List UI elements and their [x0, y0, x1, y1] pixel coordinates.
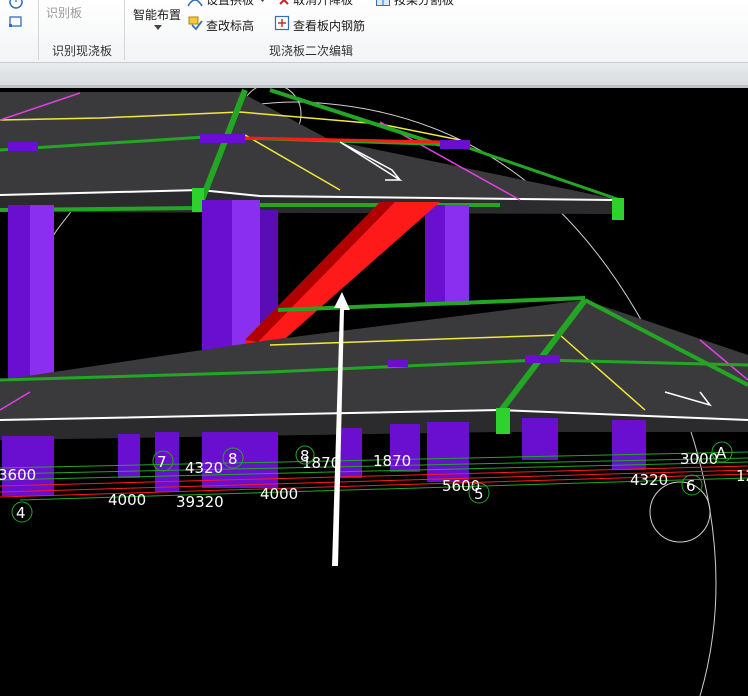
check-elevation-icon[interactable] [187, 15, 203, 31]
ribbon-toolbar: 识别板 识别现浇板 智能布置 设置拱板 查改标高 取消升降板 查看板内钢筋 按梁… [0, 0, 748, 62]
smart-layout-button[interactable]: 智能布置 [133, 6, 181, 23]
axis-label: A [716, 444, 727, 462]
view-rebar-button[interactable]: 查看板内钢筋 [293, 17, 365, 34]
axis-label: 7 [157, 453, 167, 471]
dim-label: 3600 [0, 466, 36, 484]
axis-label: 6 [686, 477, 696, 495]
dim-label: 39320 [176, 493, 224, 511]
view-rebar-icon[interactable] [274, 15, 290, 31]
dim-label: 4000 [108, 491, 146, 509]
select-icon[interactable] [8, 14, 24, 30]
dim-label: 12 [736, 467, 748, 485]
axis-label: 4 [16, 504, 26, 522]
dim-label: 4320 [630, 471, 668, 489]
set-arch-icon[interactable] [187, 0, 203, 8]
group-label-secondary-edit: 现浇板二次编辑 [269, 44, 354, 58]
group-label-identify: 识别现浇板 [52, 44, 113, 58]
set-arch-board-button[interactable]: 设置拱板 [206, 0, 254, 8]
split-board-icon[interactable] [375, 0, 391, 8]
clock-icon[interactable] [8, 0, 24, 10]
dropdown-arrow-icon[interactable] [154, 25, 162, 31]
cancel-raise-lower-button[interactable]: 取消升降板 [293, 0, 353, 8]
dim-label: 4000 [260, 485, 298, 503]
3d-viewport[interactable]: 3600 4320 1870 1870 3000 12 4000 39320 4… [0, 88, 748, 696]
dim-label: 1870 [373, 452, 411, 470]
axis-label: 5 [474, 485, 484, 503]
cancel-raise-icon[interactable] [277, 0, 293, 6]
upper-slab[interactable] [0, 88, 624, 220]
tab-strip [0, 63, 748, 85]
axis-label: 8 [228, 450, 238, 468]
axis-label: 8 [300, 447, 310, 465]
split-by-beam-button[interactable]: 按梁分割板 [394, 0, 454, 8]
check-elevation-button[interactable]: 查改标高 [206, 17, 254, 34]
lower-slab[interactable] [0, 296, 748, 440]
dropdown-arrow-icon[interactable] [259, 0, 266, 3]
dim-label: 4320 [185, 459, 223, 477]
identify-board-button[interactable]: 识别板 [46, 4, 82, 21]
